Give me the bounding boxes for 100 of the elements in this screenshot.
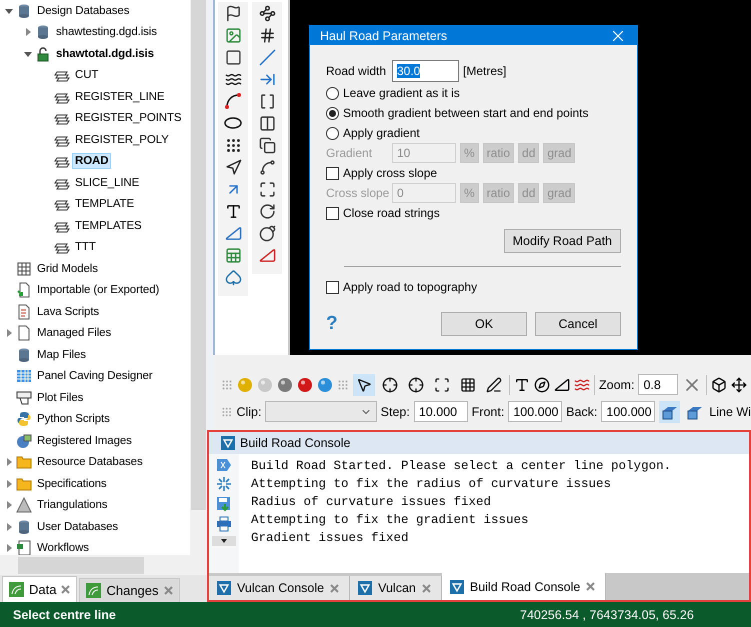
printer-icon[interactable] — [216, 516, 232, 532]
tree-item[interactable]: REGISTER_LINE — [72, 88, 168, 105]
expand-arrow-icon[interactable] — [5, 458, 13, 466]
console-tab[interactable]: Build Road Console — [442, 573, 606, 600]
front-field[interactable]: 100.000 — [508, 401, 562, 422]
expand-arrow-icon[interactable] — [24, 28, 32, 36]
tree-item[interactable]: Grid Models — [34, 260, 101, 277]
tree-item[interactable]: Managed Files — [34, 325, 114, 342]
dropdown-icon[interactable] — [212, 536, 236, 546]
dialog-button[interactable]: Cancel — [535, 312, 621, 336]
bomb-icon[interactable] — [258, 224, 276, 242]
radio-button[interactable] — [326, 86, 339, 100]
viewport[interactable] — [290, 0, 751, 355]
flag-icon[interactable] — [224, 4, 242, 22]
tree-item[interactable]: TEMPLATES — [72, 218, 145, 234]
expand-arrow-icon[interactable] — [24, 50, 32, 58]
tree-item[interactable]: Importable (or Exported) — [34, 282, 162, 298]
sphere-icon[interactable] — [297, 376, 313, 392]
tool-button[interactable] — [353, 374, 375, 396]
console-tab[interactable]: Vulcan — [350, 576, 442, 600]
vertical-scrollbar[interactable] — [190, 0, 207, 555]
arc-icon[interactable] — [224, 92, 242, 110]
close-icon[interactable] — [422, 584, 431, 592]
expand-arrow-icon[interactable] — [5, 329, 13, 338]
brackets-icon[interactable] — [258, 92, 276, 110]
close-icon[interactable] — [330, 584, 340, 592]
close-icon[interactable] — [586, 582, 596, 591]
panel-tab[interactable]: Changes — [79, 578, 180, 602]
close-icon[interactable] — [61, 585, 70, 594]
checkbox[interactable] — [326, 280, 339, 294]
sparkle-icon[interactable] — [216, 476, 232, 492]
tree-item[interactable]: Registered Images — [34, 432, 135, 449]
clip-plane-button[interactable] — [659, 400, 680, 422]
tree-item[interactable]: shawtesting.dgd.isis — [53, 24, 160, 40]
tree-item[interactable]: REGISTER_POINTS — [72, 110, 184, 126]
tree-item[interactable]: Map Files — [34, 346, 89, 363]
tree-item[interactable]: User Databases — [34, 518, 122, 535]
help-icon[interactable]: ? — [326, 313, 338, 335]
text-icon[interactable] — [224, 202, 242, 220]
tree-item[interactable]: Workflows — [34, 540, 92, 555]
horizontal-scrollbar[interactable] — [0, 555, 207, 575]
road-width-field[interactable]: 30.0 — [392, 60, 459, 82]
clip-dropdown[interactable] — [265, 401, 377, 422]
save-icon[interactable] — [216, 496, 232, 512]
expand-arrow-icon[interactable] — [5, 522, 13, 531]
tree-item[interactable]: SLICE_LINE — [72, 174, 142, 191]
modify-road-path-button[interactable]: Modify Road Path — [504, 229, 621, 253]
tag-icon[interactable] — [216, 458, 232, 472]
box-icon[interactable] — [711, 376, 728, 392]
tree-item[interactable]: Python Scripts — [34, 411, 113, 428]
panel-tab[interactable]: Data — [2, 576, 78, 602]
tree-item[interactable]: Triangulations — [34, 497, 110, 514]
sphere-icon[interactable] — [317, 376, 333, 392]
tree-item[interactable]: Design Databases — [34, 2, 132, 19]
tree-item[interactable]: TEMPLATE — [72, 196, 138, 212]
step-field[interactable]: 10.000 — [414, 401, 468, 422]
tree-item[interactable]: REGISTER_POLY — [72, 132, 172, 148]
polyline-icon[interactable] — [258, 4, 276, 22]
close-icon[interactable] — [164, 586, 173, 595]
sphere-icon[interactable] — [277, 376, 293, 392]
dot-grid-icon[interactable] — [224, 136, 242, 154]
tree-item[interactable]: ROAD — [72, 153, 112, 170]
pointer-icon[interactable] — [224, 158, 242, 176]
tree-item[interactable]: Panel Caving Designer — [34, 368, 156, 384]
tree-item[interactable]: TTT — [72, 239, 99, 256]
tree-item[interactable]: shawtotal.dgd.isis — [53, 46, 157, 62]
zoom-field[interactable]: 0.8 — [638, 374, 678, 395]
curve-icon[interactable] — [258, 158, 276, 176]
tree-item[interactable]: CUT — [72, 67, 102, 84]
tree-item[interactable]: Lava Scripts — [34, 304, 102, 320]
grip-icon[interactable] — [337, 378, 349, 390]
dialog-button[interactable]: OK — [441, 312, 527, 336]
square-icon[interactable] — [224, 48, 242, 66]
squiggle-icon[interactable] — [574, 376, 590, 392]
tree-item[interactable]: Resource Databases — [34, 454, 146, 470]
move-icon[interactable] — [731, 376, 748, 392]
angle-icon[interactable] — [554, 376, 570, 392]
radio-button[interactable] — [326, 106, 339, 120]
rotate-icon[interactable] — [258, 202, 276, 220]
expand-arrow-icon[interactable] — [5, 544, 13, 552]
back-field[interactable]: 100.000 — [601, 401, 656, 422]
spade-icon[interactable] — [224, 268, 242, 286]
compass-icon[interactable] — [534, 376, 550, 392]
expand-arrow-icon[interactable] — [5, 501, 13, 510]
copy-icon[interactable] — [258, 136, 276, 154]
grip-icon[interactable] — [221, 406, 232, 418]
grip-icon[interactable] — [221, 378, 233, 390]
triangle-icon[interactable] — [224, 224, 242, 242]
image-icon[interactable] — [224, 26, 242, 44]
tree-item[interactable]: Plot Files — [34, 390, 86, 406]
expand-arrow-icon[interactable] — [5, 480, 13, 488]
console-tab[interactable]: Vulcan Console — [209, 576, 350, 600]
spreadsheet-icon[interactable] — [224, 246, 242, 264]
checkbox[interactable] — [326, 206, 339, 220]
maximize-icon[interactable] — [258, 180, 276, 198]
text-icon[interactable] — [514, 376, 530, 392]
split-icon[interactable] — [258, 114, 276, 132]
expand-arrow-icon[interactable] — [5, 6, 13, 15]
tree-item[interactable]: Specifications — [34, 476, 110, 492]
checkbox[interactable] — [326, 166, 339, 180]
